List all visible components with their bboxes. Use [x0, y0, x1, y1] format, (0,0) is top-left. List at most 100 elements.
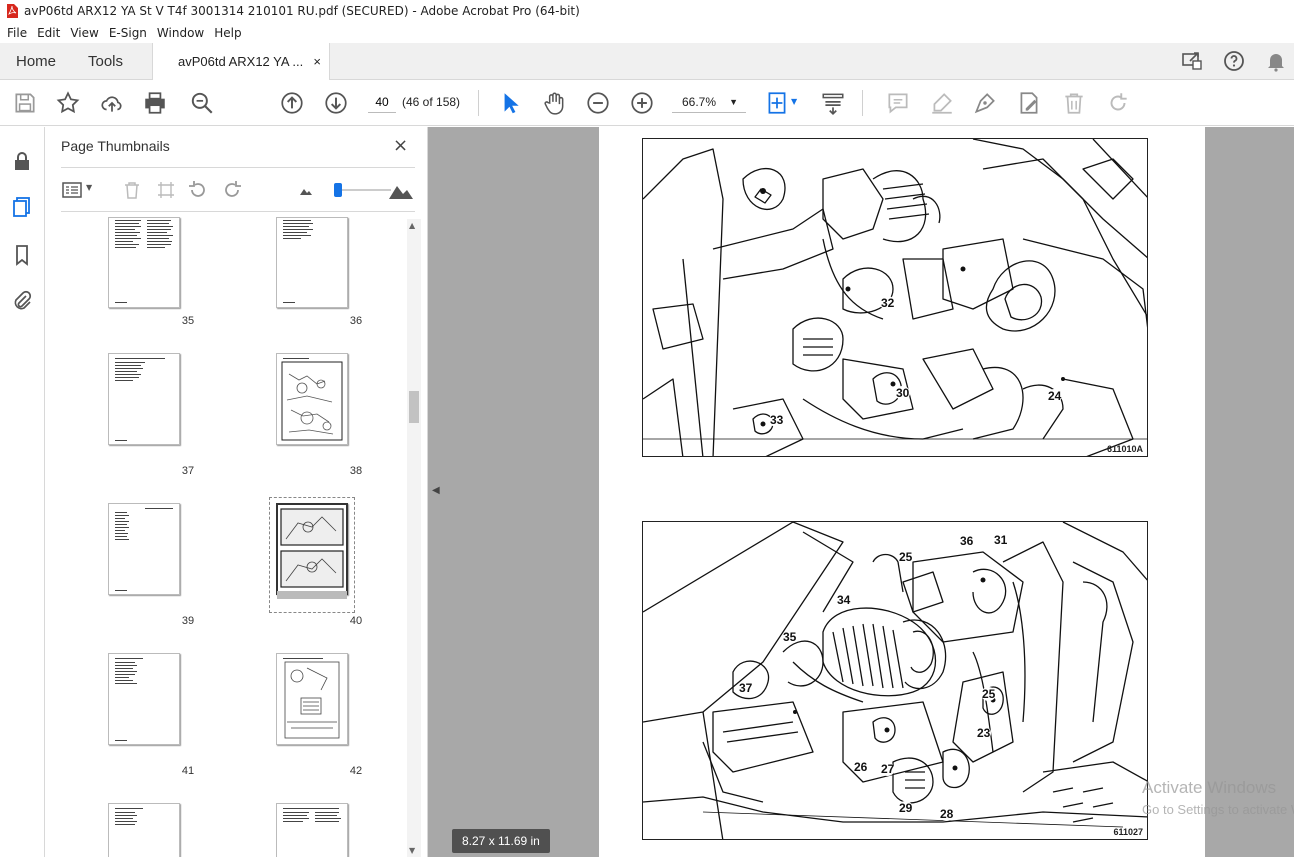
hand-tool-icon[interactable]	[541, 90, 567, 116]
rotate-right-icon[interactable]	[221, 179, 243, 201]
thumbnail-page[interactable]	[108, 803, 180, 857]
rotate-left-icon[interactable]	[187, 179, 209, 201]
menu-help[interactable]: Help	[209, 26, 246, 40]
thumbnail-page[interactable]	[108, 503, 180, 595]
menu-view[interactable]: View	[65, 26, 103, 40]
print-icon[interactable]	[142, 90, 168, 116]
text-page-preview-icon	[115, 358, 165, 441]
engine-line-drawing	[643, 139, 1147, 456]
chevron-down-icon[interactable]: ▼	[86, 183, 92, 192]
save-icon[interactable]	[12, 90, 38, 116]
page-number-input[interactable]	[368, 91, 396, 113]
thumbnail-options-icon[interactable]	[61, 179, 83, 201]
thumbnail-page-selected[interactable]	[276, 503, 348, 595]
thumbnail-size-slider[interactable]	[335, 189, 391, 191]
scroll-mode-icon[interactable]	[820, 90, 846, 116]
thumbnail-larger-icon[interactable]	[388, 179, 414, 201]
menu-file[interactable]: File	[2, 26, 32, 40]
text-page-preview-icon	[283, 808, 341, 822]
thumbnail-label: 39	[181, 615, 195, 627]
engine-figure-bottom: 25 36 31 34 35 37 25 23 26 27 29 28 6110…	[642, 521, 1148, 840]
scroll-up-icon[interactable]: ▲	[409, 221, 415, 230]
panel-title: Page Thumbnails	[61, 138, 170, 154]
callout-label: 36	[959, 534, 975, 548]
callout-label: 25	[898, 550, 914, 564]
fit-page-dropdown-icon[interactable]: ▼	[791, 97, 797, 106]
thumbnail-page[interactable]	[276, 217, 348, 308]
comment-icon[interactable]	[885, 90, 911, 116]
extract-page-icon[interactable]	[155, 179, 177, 201]
callout-label: 32	[880, 296, 896, 310]
close-icon[interactable]: ×	[393, 135, 408, 156]
attachments-icon[interactable]	[10, 289, 34, 313]
zoom-search-icon[interactable]	[189, 90, 215, 116]
zoom-level-select[interactable]: 66.7% ▼	[672, 91, 746, 113]
thumbnail-page[interactable]	[276, 353, 348, 445]
figure-id: 611027	[1113, 827, 1143, 837]
edit-pdf-icon[interactable]	[1016, 90, 1042, 116]
lock-icon[interactable]	[10, 149, 34, 173]
text-page-preview-icon	[115, 658, 143, 741]
page-size-indicator: 8.27 x 11.69 in	[452, 829, 550, 853]
tab-tools[interactable]: Tools	[88, 43, 123, 80]
menu-window[interactable]: Window	[152, 26, 209, 40]
diagram-page-preview-icon	[280, 508, 344, 588]
thumbnail-label: 42	[349, 765, 363, 777]
share-screen-icon[interactable]	[1180, 49, 1204, 73]
previous-page-icon[interactable]	[279, 90, 305, 116]
callout-label: 23	[976, 726, 992, 740]
delete-page-icon[interactable]	[121, 179, 143, 201]
figure-id: 611010A	[1106, 444, 1143, 454]
menu-bar: File Edit View E-Sign Window Help	[0, 22, 1294, 43]
upload-cloud-icon[interactable]	[99, 90, 125, 116]
select-cursor-icon[interactable]	[497, 90, 523, 116]
thumbnail-page[interactable]	[108, 653, 180, 745]
tab-close-icon[interactable]: ×	[313, 43, 321, 80]
thumbnail-scrollbar[interactable]: ▲ ▼	[407, 219, 421, 857]
redo-icon[interactable]	[1105, 90, 1131, 116]
thumbnail-page[interactable]	[276, 803, 348, 857]
thumbnail-visible-region	[277, 591, 347, 599]
callout-label: 33	[769, 413, 785, 427]
callout-label: 37	[738, 681, 754, 695]
thumbnail-page[interactable]	[276, 653, 348, 745]
fit-page-icon[interactable]	[764, 90, 790, 116]
menu-esign[interactable]: E-Sign	[104, 26, 152, 40]
bookmarks-icon[interactable]	[10, 243, 34, 267]
pdf-page: 32 30 24 33 611010A 25 36 31 34 35 37 25…	[599, 127, 1205, 857]
slider-handle[interactable]	[334, 183, 342, 197]
page-thumbnails-panel: Page Thumbnails × ▼ 35 36 37 38 39 40 41…	[45, 127, 428, 857]
bookmark-star-icon[interactable]	[55, 90, 81, 116]
callout-label: 28	[939, 807, 955, 821]
tab-document[interactable]: avP06td ARX12 YA ... ×	[152, 43, 330, 81]
page-thumbnails-icon[interactable]	[10, 195, 34, 219]
toolbar-divider	[862, 90, 863, 116]
sign-icon[interactable]	[972, 90, 998, 116]
thumbnail-page[interactable]	[108, 353, 180, 445]
notifications-bell-icon[interactable]	[1264, 49, 1288, 73]
diagram-page-preview-icon	[283, 658, 340, 739]
delete-icon[interactable]	[1061, 90, 1087, 116]
scrollbar-thumb[interactable]	[409, 391, 419, 423]
tab-home[interactable]: Home	[16, 43, 56, 80]
help-icon[interactable]	[1222, 49, 1246, 73]
thumbnail-label: 38	[349, 465, 363, 477]
menu-edit[interactable]: Edit	[32, 26, 65, 40]
zoom-in-icon[interactable]	[629, 90, 655, 116]
activate-windows-subtext: Go to Settings to activate Windows.	[1142, 802, 1294, 817]
collapse-panel-icon[interactable]: ◀	[432, 485, 440, 496]
callout-label: 25	[981, 687, 997, 701]
next-page-icon[interactable]	[323, 90, 349, 116]
text-page-preview-icon	[115, 508, 173, 591]
divider	[61, 167, 415, 168]
thumbnail-smaller-icon[interactable]	[299, 183, 313, 197]
scroll-down-icon[interactable]: ▼	[409, 846, 415, 855]
zoom-out-icon[interactable]	[585, 90, 611, 116]
highlight-pen-icon[interactable]	[929, 90, 955, 116]
engine-figure-top: 32 30 24 33 611010A	[642, 138, 1148, 457]
thumbnail-label: 37	[181, 465, 195, 477]
thumbnail-page[interactable]	[108, 217, 180, 308]
page-count: (46 of 158)	[402, 95, 461, 109]
callout-label: 35	[782, 630, 798, 644]
thumbnail-list: 35 36 37 38 39 40 41 42	[45, 217, 405, 857]
